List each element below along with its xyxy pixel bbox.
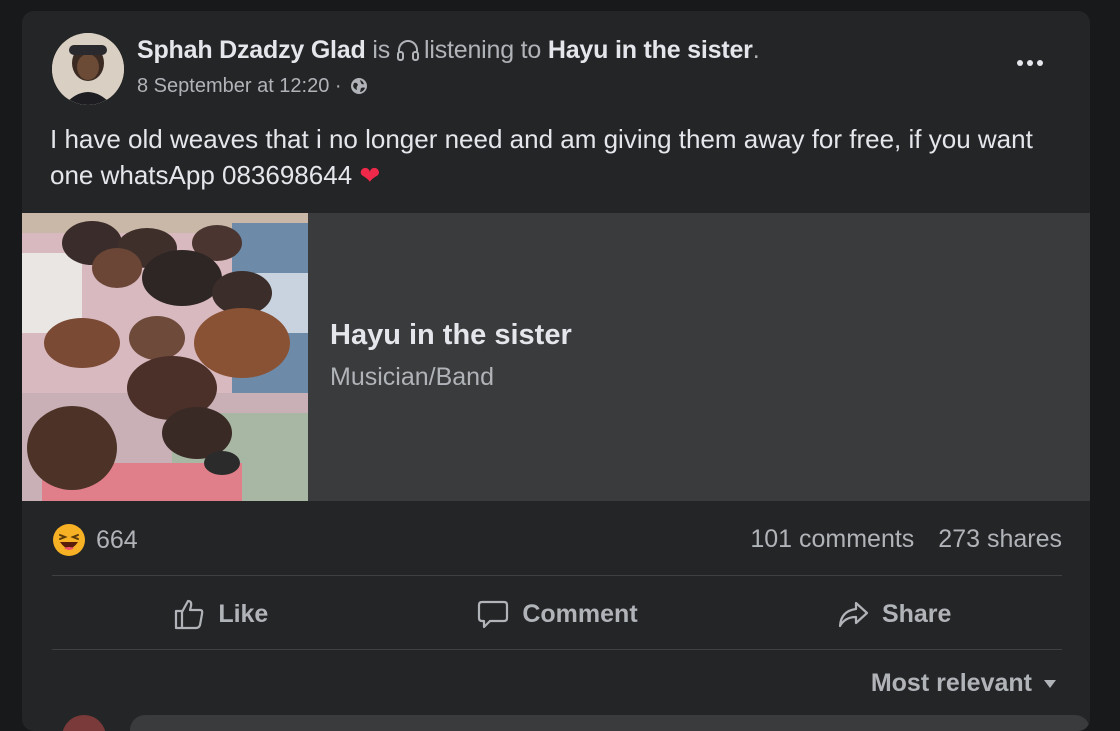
heart-emoji: ❤	[359, 162, 381, 190]
activity-suffix: .	[752, 36, 760, 64]
post-card: Sphah Dzadzy Glad is listening to Hayu in…	[22, 11, 1090, 731]
activity-prefix: is	[372, 36, 390, 64]
more-dot-icon	[1037, 60, 1043, 66]
activity-target-link[interactable]: Hayu in the sister	[548, 36, 753, 64]
share-arrow-icon	[838, 601, 869, 628]
more-options-button[interactable]	[1010, 51, 1050, 75]
comment-icon	[478, 600, 509, 629]
engagement-stats: 101 comments 273 shares	[750, 525, 1062, 554]
share-button[interactable]: Share	[725, 579, 1062, 649]
shares-count-link[interactable]: 273 shares	[938, 525, 1062, 554]
post-text: I have old weaves that i no longer need …	[50, 124, 1033, 190]
like-label: Like	[218, 599, 269, 628]
author-avatar[interactable]	[52, 33, 124, 105]
comments-count-link[interactable]: 101 comments	[750, 525, 914, 554]
post-timestamp[interactable]: 8 September at 12:20	[137, 75, 329, 97]
more-dot-icon	[1027, 60, 1033, 66]
comment-bubble	[130, 715, 1090, 731]
comment-button[interactable]: Comment	[389, 579, 726, 649]
activity-verb: listening to	[424, 36, 542, 64]
caret-down-icon	[1044, 679, 1056, 688]
divider	[52, 649, 1062, 650]
like-button[interactable]: Like	[52, 579, 389, 649]
headphones-icon	[397, 40, 419, 61]
post-actions: Like Comment Share	[52, 579, 1062, 649]
more-dot-icon	[1017, 60, 1023, 66]
sort-label: Most relevant	[870, 669, 1032, 697]
globe-icon	[351, 78, 368, 94]
meta-separator: ·	[329, 75, 348, 97]
comments-sort-dropdown[interactable]: Most relevant	[871, 669, 1058, 698]
divider	[52, 575, 1062, 576]
commenter-avatar[interactable]	[62, 715, 106, 731]
thumbs-up-icon	[175, 599, 204, 630]
post-meta: 8 September at 12:20 ·	[137, 75, 368, 98]
attachment-subtitle: Musician/Band	[330, 363, 494, 391]
activity-attachment[interactable]: Hayu in the sister Musician/Band	[22, 213, 1090, 501]
share-label: Share	[881, 599, 952, 628]
reactions-summary[interactable]: 664	[52, 523, 138, 557]
author-name[interactable]: Sphah Dzadzy Glad	[137, 36, 366, 64]
comment-label: Comment	[522, 599, 638, 628]
reaction-count: 664	[96, 525, 138, 554]
post-header: Sphah Dzadzy Glad is listening to Hayu in…	[137, 35, 760, 65]
attachment-thumbnail	[22, 213, 308, 501]
haha-emoji-icon	[53, 524, 85, 556]
post-body: I have old weaves that i no longer need …	[50, 121, 1050, 194]
attachment-title: Hayu in the sister	[330, 319, 572, 351]
